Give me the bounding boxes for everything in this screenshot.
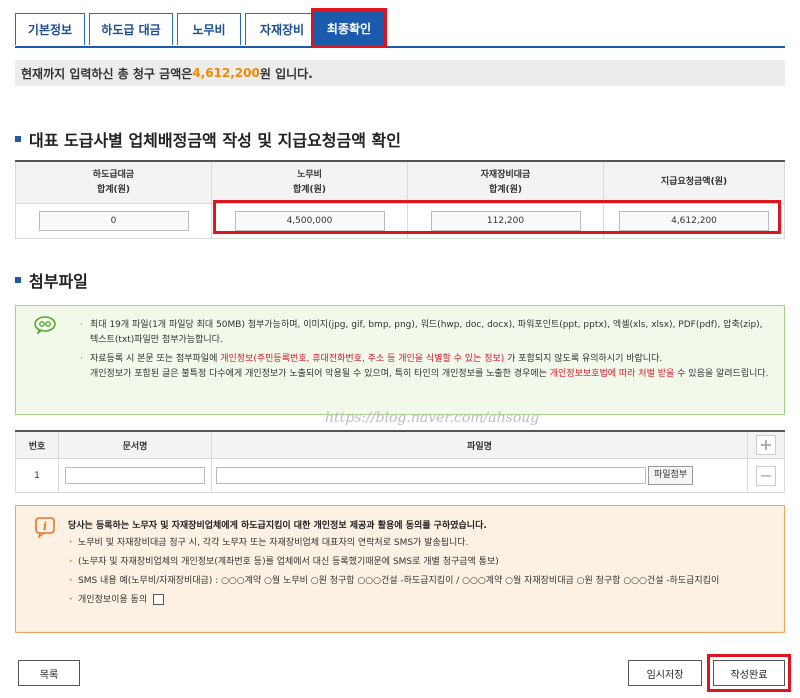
header-file-name: 파일명	[211, 430, 748, 459]
tab-basic-info[interactable]: 기본정보	[15, 13, 85, 45]
tab-subcontract-payment[interactable]: 하도급 대금	[89, 13, 173, 45]
privacy-consent-box: i 당사는 등록하는 노무자 및 자재장비업체에게 하도급지킴이 대한 개인정보…	[15, 505, 785, 633]
header-materials-total: 자재장비대금합계(원)	[407, 160, 604, 204]
header-line: 지급요청금액(원)	[660, 177, 728, 188]
tab-bar: 기본정보 하도급 대금 노무비 자재장비 최종확인	[15, 8, 785, 48]
header-labor-total: 노무비합계(원)	[211, 160, 408, 204]
notice-item: 자료등록 시 본문 또는 첨부파일에 개인정보(주민등록번호, 휴대전화번호, …	[78, 352, 772, 382]
add-row-cell: +	[747, 430, 785, 459]
header-line: 노무비	[297, 170, 322, 181]
consent-item: 노무비 및 자재장비대금 청구 시, 각각 노무자 또는 자재장비업체 대표자의…	[68, 536, 772, 551]
table-row: 1 파일첨부 −	[15, 458, 785, 493]
section-title-text: 대표 도급사별 업체배정금액 작성 및 지급요청금액 확인	[29, 131, 401, 150]
header-document-name: 문서명	[58, 430, 212, 459]
header-number: 번호	[15, 430, 59, 459]
row-number: 1	[15, 458, 59, 493]
tab-final-confirm[interactable]: 최종확인	[311, 8, 387, 48]
header-line: 합계(원)	[488, 184, 523, 195]
consent-item: (노무자 및 자재장비업체의 개인정보(계좌번호 등)를 업체에서 대신 등록했…	[68, 555, 772, 570]
tab-materials-equipment[interactable]: 자재장비	[245, 13, 319, 45]
notice-text: 자료등록 시 본문 또는 첨부파일에	[90, 354, 221, 364]
subcontract-total-value: 0	[38, 211, 189, 231]
add-row-button[interactable]: +	[756, 435, 776, 455]
notice-text: 수 있음을 알려드립니다.	[674, 369, 769, 379]
info-icon: i	[35, 517, 55, 538]
highlight-box	[707, 654, 791, 692]
document-name-input[interactable]	[65, 467, 205, 484]
bullet-square-icon	[15, 277, 21, 283]
total-prefix: 현재까지 입력하신 총 청구 금액은	[21, 66, 193, 81]
total-amount-bar: 현재까지 입력하신 총 청구 금액은 4,612,200 원 입니다.	[15, 60, 785, 86]
header-payment-request: 지급요청금액(원)	[603, 160, 785, 204]
bullet-square-icon	[15, 136, 21, 142]
highlight-box	[213, 200, 781, 234]
header-line: 합계(원)	[96, 184, 131, 195]
header-subcontract-total: 하도급대금합계(원)	[15, 160, 212, 204]
list-button[interactable]: 목록	[18, 660, 80, 686]
total-suffix: 원 입니다.	[259, 66, 313, 81]
table-header-row: 번호 문서명 파일명 +	[15, 430, 785, 459]
notice-item: 최대 19개 파일(1개 파일당 최대 50MB) 첨부가능하며, 이미지(jp…	[78, 318, 772, 348]
notice-text: 개인정보가 포함된 글은 불특정 다수에게 개인정보가 노출되어 악용될 수 있…	[90, 369, 550, 379]
remove-row-button[interactable]: −	[756, 465, 776, 486]
consent-item: SMS 내용 예(노무비/자재장비대금) : ○○○계약 ○월 노무비 ○원 청…	[68, 574, 772, 589]
section-title-attachments: 첨부파일	[15, 268, 88, 292]
tab-labor-cost[interactable]: 노무비	[177, 13, 241, 45]
table-header-row: 하도급대금합계(원) 노무비합계(원) 자재장비대금합계(원) 지급요청금액(원…	[15, 160, 785, 204]
total-amount: 4,612,200	[192, 66, 260, 80]
watermark-text: https://blog.naver.com/ahsoug	[325, 410, 540, 426]
section-title-assignment: 대표 도급사별 업체배정금액 작성 및 지급요청금액 확인	[15, 127, 401, 151]
attachment-notice: 최대 19개 파일(1개 파일당 최대 50MB) 첨부가능하며, 이미지(jp…	[15, 305, 785, 415]
svg-text:i: i	[43, 520, 47, 533]
file-name-input[interactable]	[216, 466, 646, 484]
consent-item: 개인정보이용 동의	[68, 593, 772, 608]
notice-text: 가 포함되지 않도록 유의하시기 바랍니다.	[504, 354, 663, 364]
notice-speech-bubble-icon	[34, 316, 56, 334]
section-title-text: 첨부파일	[29, 272, 88, 291]
header-line: 자재장비대금	[480, 170, 531, 181]
attachment-table: 번호 문서명 파일명 + 1 파일첨부 −	[15, 430, 785, 493]
notice-warning-text: 개인정보보호법에 따라 처벌 받을	[549, 369, 675, 379]
header-line: 합계(원)	[292, 184, 327, 195]
header-line: 하도급대금	[92, 170, 135, 181]
consent-agree-checkbox[interactable]	[153, 594, 165, 605]
notice-warning-text: 개인정보(주민등록번호, 휴대전화번호, 주소 등 개인을 식별할 수 있는 정…	[220, 354, 505, 364]
consent-agree-label: 개인정보이용 동의	[78, 595, 148, 605]
temp-save-button[interactable]: 임시저장	[628, 660, 702, 686]
consent-heading: 당사는 등록하는 노무자 및 자재장비업체에게 하도급지킴이 대한 개인정보 제…	[68, 521, 487, 531]
attach-file-button[interactable]: 파일첨부	[648, 466, 694, 485]
